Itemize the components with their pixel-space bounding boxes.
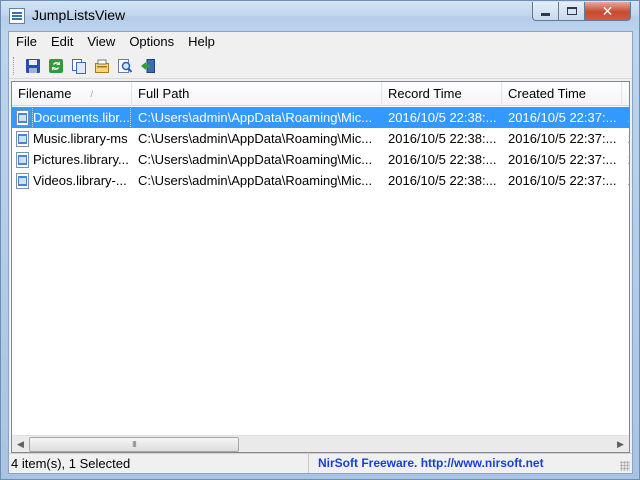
menu-edit[interactable]: Edit <box>44 32 80 51</box>
filename-text: Documents.libr... <box>32 107 131 128</box>
scroll-left-icon[interactable]: ◀ <box>12 436 29 452</box>
created-time-cell: 2016/10/5 22:37:... <box>508 131 617 146</box>
scrollbar-thumb[interactable]: III <box>29 437 239 452</box>
menu-view[interactable]: View <box>80 32 122 51</box>
menu-help[interactable]: Help <box>181 32 222 51</box>
full-path-cell: C:\Users\admin\AppData\Roaming\Mic... <box>138 152 373 167</box>
find-button[interactable] <box>113 55 136 77</box>
filename-text: Videos.library-... <box>33 173 127 188</box>
properties-button[interactable] <box>90 55 113 77</box>
column-header-created-time[interactable]: Created Time <box>502 82 622 106</box>
m-cell: 2 <box>622 128 629 149</box>
maximize-icon <box>566 7 577 15</box>
save-icon <box>25 58 40 73</box>
scroll-right-icon[interactable]: ▶ <box>612 436 629 452</box>
refresh-icon <box>48 58 63 73</box>
status-count: 4 item(s), 1 Selected <box>9 454 309 473</box>
created-time-cell: 2016/10/5 22:37:... <box>508 173 617 188</box>
nirsoft-link[interactable]: NirSoft Freeware. http://www.nirsoft.net <box>309 454 544 473</box>
filename-cell: Pictures.library... <box>12 149 132 170</box>
copy-button[interactable] <box>67 55 90 77</box>
resize-grip-icon[interactable] <box>620 461 630 471</box>
exit-button[interactable] <box>136 55 159 77</box>
full-path-cell: C:\Users\admin\AppData\Roaming\Mic... <box>132 107 382 128</box>
app-icon <box>9 8 25 24</box>
column-header-label: Filename <box>18 86 72 101</box>
close-icon: ✕ <box>601 2 614 19</box>
menu-bar: File Edit View Options Help <box>9 32 632 51</box>
file-icon <box>16 172 29 189</box>
window-title: JumpListsView <box>32 7 126 23</box>
m-cell: 2 <box>622 170 629 191</box>
filename-text: Pictures.library... <box>33 152 129 167</box>
file-icon <box>16 109 29 126</box>
record-time-cell: 2016/10/5 22:38:... <box>388 131 497 146</box>
find-icon <box>117 58 132 73</box>
list-rows: Documents.libr... C:\Users\admin\AppData… <box>12 107 629 191</box>
toolbar-grip[interactable] <box>13 56 16 75</box>
status-bar: 4 item(s), 1 Selected NirSoft Freeware. … <box>9 453 632 473</box>
column-header-full-path[interactable]: Full Path <box>132 82 382 106</box>
full-path-cell: C:\Users\admin\AppData\Roaming\Mic... <box>138 173 373 188</box>
record-time-cell: 2016/10/5 22:38:... <box>388 152 497 167</box>
created-time-cell: 2016/10/5 22:37:... <box>508 152 617 167</box>
title-bar[interactable]: JumpListsView ✕ <box>1 1 639 31</box>
client-area: File Edit View Options Help Filename / F… <box>8 31 633 474</box>
menu-options[interactable]: Options <box>122 32 181 51</box>
full-path-cell: C:\Users\admin\AppData\Roaming\Mic... <box>138 131 373 146</box>
copy-icon <box>71 58 86 74</box>
file-icon <box>16 151 29 168</box>
close-button[interactable]: ✕ <box>585 2 631 21</box>
minimize-button[interactable] <box>532 2 559 21</box>
record-time-cell: 2016/10/5 22:38:... <box>382 107 502 128</box>
table-row[interactable]: Documents.libr... C:\Users\admin\AppData… <box>12 107 629 128</box>
filename-cell: Documents.libr... <box>12 107 132 128</box>
minimize-icon <box>541 12 550 16</box>
menu-file[interactable]: File <box>9 32 44 51</box>
table-row[interactable]: Pictures.library... C:\Users\admin\AppDa… <box>12 149 629 170</box>
column-header-record-time[interactable]: Record Time <box>382 82 502 106</box>
file-icon <box>16 130 29 147</box>
sort-indicator-icon: / <box>90 89 93 99</box>
column-header-filename[interactable]: Filename / <box>12 82 132 106</box>
list-header: Filename / Full Path Record Time Created… <box>12 82 629 106</box>
created-time-cell: 2016/10/5 22:37:... <box>502 107 622 128</box>
m-cell: 2 <box>622 107 629 128</box>
maximize-button[interactable] <box>559 2 585 21</box>
app-window: JumpListsView ✕ File Edit View Options H… <box>0 0 640 480</box>
table-row[interactable]: Videos.library-... C:\Users\admin\AppDat… <box>12 170 629 191</box>
column-header-m[interactable]: M <box>622 82 629 106</box>
table-row[interactable]: Music.library-ms C:\Users\admin\AppData\… <box>12 128 629 149</box>
record-time-cell: 2016/10/5 22:38:... <box>388 173 497 188</box>
thumb-grip: III <box>132 440 137 449</box>
m-cell: 2 <box>622 149 629 170</box>
properties-icon <box>94 59 109 73</box>
toolbar <box>9 53 632 79</box>
filename-cell: Videos.library-... <box>12 170 132 191</box>
save-button[interactable] <box>21 55 44 77</box>
exit-icon <box>140 58 155 73</box>
filename-cell: Music.library-ms <box>12 128 132 149</box>
refresh-button[interactable] <box>44 55 67 77</box>
filename-text: Music.library-ms <box>33 131 128 146</box>
items-list[interactable]: Filename / Full Path Record Time Created… <box>11 81 630 453</box>
horizontal-scrollbar[interactable]: ◀ III ▶ <box>12 435 629 452</box>
